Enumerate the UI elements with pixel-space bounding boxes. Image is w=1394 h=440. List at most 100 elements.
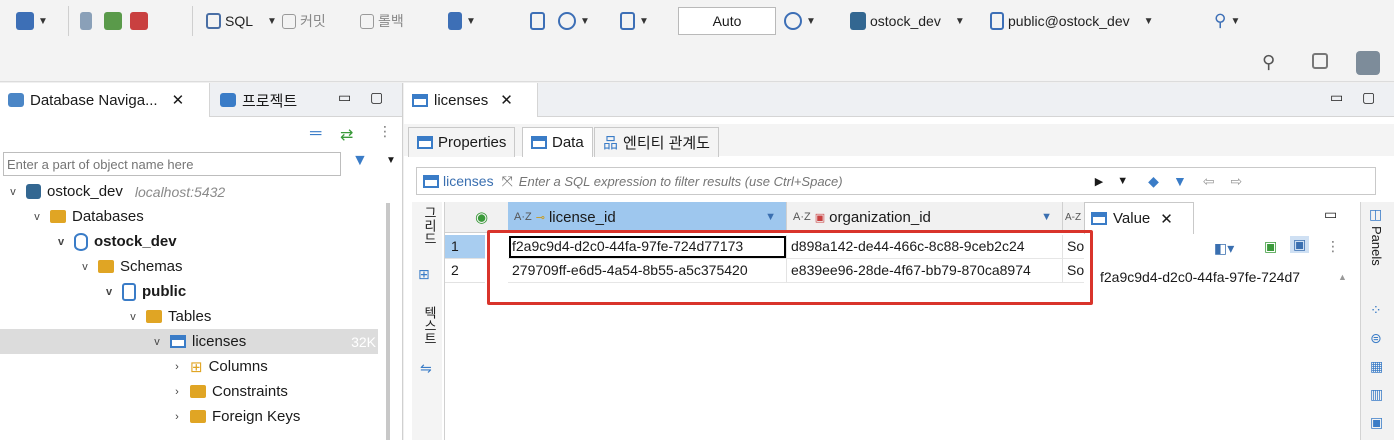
forward-icon[interactable]: ⇨ (1231, 173, 1243, 190)
tree-node-schema[interactable]: v public (102, 279, 186, 304)
value-text[interactable]: f2a9c9d4-d2c0-44fa-97fe-724d7 (1100, 269, 1332, 285)
expand-icon[interactable]: v (30, 211, 44, 223)
minimize-icon[interactable]: ▭ (1324, 206, 1337, 223)
chevron-down-icon[interactable]: ▼ (386, 155, 396, 166)
cell-organization-id[interactable]: d898a142-de44-466c-8c88-9ceb2c24 (787, 235, 1063, 259)
panels-label[interactable]: Panels (1369, 226, 1384, 266)
play-icon[interactable]: ▶ (1095, 175, 1103, 188)
disconnect-button[interactable] (130, 9, 148, 33)
maximize-icon[interactable]: ▢ (370, 89, 383, 106)
schema-compare-button[interactable]: ▼ (620, 9, 649, 33)
sort-icon[interactable]: ▼ (1041, 211, 1052, 223)
save-icon[interactable]: ▣ (1264, 238, 1277, 255)
transaction-mode-button[interactable]: ▼ (448, 9, 476, 33)
filter-icon[interactable]: ▼ (1173, 173, 1187, 189)
expand-icon[interactable]: v (102, 286, 116, 298)
tab-properties[interactable]: Properties (408, 127, 516, 157)
more-icon[interactable]: ⋮ (378, 123, 392, 140)
sql-filter-input[interactable] (518, 173, 1059, 189)
dashboard-button[interactable]: ▼ (558, 9, 590, 33)
active-schema-selector[interactable]: public@ostock_dev ▼ (990, 9, 1154, 33)
expand-icon[interactable]: v (150, 336, 164, 348)
expand-filter-icon[interactable]: ⤧ (502, 173, 513, 190)
cell-license-id[interactable]: 279709ff-e6d5-4a54-8b55-a5c375420 (508, 259, 787, 283)
close-icon[interactable]: ✕ (1160, 210, 1173, 228)
tree-node-columns[interactable]: › ⊞ Columns (170, 354, 268, 379)
metadata-icon[interactable]: ⁘ (1370, 302, 1382, 319)
tree-node-constraints[interactable]: › Constraints (170, 379, 288, 404)
scrollbar[interactable] (386, 203, 390, 440)
chart-icon[interactable]: ▥ (1370, 386, 1383, 403)
save-to-file-icon[interactable]: ▣ (1290, 236, 1310, 253)
expand-icon[interactable]: › (170, 411, 184, 423)
search-icon[interactable]: ⚲ (1262, 52, 1275, 73)
tree-node-foreign-keys[interactable]: › Foreign Keys (170, 404, 300, 429)
row-number[interactable]: 1 (445, 235, 485, 259)
tab-data[interactable]: Data (522, 127, 593, 157)
value-viewer-icon[interactable]: ▣ (1370, 414, 1383, 431)
column-header-organization-id[interactable]: A·Z ▣ organization_id ▼ (787, 202, 1063, 233)
content-viewer-icon[interactable]: ◧▾ (1214, 240, 1234, 257)
tab-licenses[interactable]: licenses ✕ (404, 83, 538, 117)
tree-node-databases[interactable]: v Databases (30, 204, 144, 229)
row-number[interactable]: 2 (445, 259, 485, 283)
lock-button[interactable] (530, 9, 545, 33)
cell-license-id[interactable]: f2a9c9d4-d2c0-44fa-97fe-724d77173 (508, 235, 787, 259)
minimize-icon[interactable]: ▭ (1330, 89, 1343, 106)
grid-icon[interactable]: ⊞ (418, 266, 430, 283)
minimize-icon[interactable]: ▭ (338, 89, 351, 106)
value-panel-tab[interactable]: Value ✕ (1084, 202, 1194, 234)
grid-view-label[interactable]: 그리드 (420, 206, 439, 245)
expand-icon[interactable]: v (6, 186, 20, 198)
back-icon[interactable]: ⇦ (1203, 173, 1215, 190)
chevron-down-icon[interactable]: ▼ (1117, 175, 1128, 187)
tree-node-database[interactable]: v ostock_dev (54, 229, 177, 254)
close-icon[interactable]: ✕ (500, 91, 513, 109)
commit-button[interactable]: 커밋 (282, 9, 326, 33)
eraser-icon[interactable]: ◆ (1148, 173, 1159, 190)
perspective-icon[interactable] (1312, 53, 1328, 69)
active-connection-selector[interactable]: ostock_dev ▼ (850, 9, 965, 33)
sort-icon[interactable]: ▼ (765, 211, 776, 223)
expand-icon[interactable]: › (170, 361, 184, 373)
expand-icon[interactable]: v (54, 236, 68, 248)
more-icon[interactable]: ⋮ (1326, 238, 1340, 255)
scroll-up-icon[interactable]: ▲ (1338, 272, 1347, 282)
record-icon[interactable]: ⇋ (420, 360, 432, 377)
maximize-icon[interactable]: ▢ (1362, 89, 1375, 106)
expand-icon[interactable]: v (126, 311, 140, 323)
tree-node-table-licenses[interactable]: v licenses 32K (0, 329, 378, 354)
avatar[interactable] (1356, 51, 1380, 75)
tree-node-label: Databases (72, 208, 144, 225)
tree-node-connection[interactable]: v ostock_dev localhost:5432 (6, 179, 225, 204)
tab-database-navigator[interactable]: Database Naviga... ✕ (0, 83, 210, 117)
panels-icon[interactable]: ◫ (1369, 206, 1382, 223)
close-icon[interactable]: ✕ (172, 91, 185, 109)
search-dropdown-button[interactable]: ⚲ ▼ (1214, 9, 1240, 33)
sql-editor-button[interactable]: SQL ▼ (206, 9, 277, 33)
grid-icon[interactable]: ▦ (1370, 358, 1383, 375)
auto-commit-field[interactable]: Auto (678, 7, 776, 35)
expand-icon[interactable]: v (78, 261, 92, 273)
filter-icon[interactable]: ▼ (352, 152, 368, 170)
gauge-icon (558, 12, 576, 30)
tree-node-schemas[interactable]: v Schemas (78, 254, 182, 279)
connect-button[interactable] (80, 9, 92, 33)
schema-icon (122, 282, 136, 301)
link-editor-icon[interactable]: ⇄ (340, 125, 353, 145)
chevron-down-icon: ▼ (38, 15, 48, 27)
expand-icon[interactable]: › (170, 386, 184, 398)
text-view-label[interactable]: 텍스트 (420, 306, 439, 345)
history-button[interactable]: ▼ (784, 9, 816, 33)
collapse-all-icon[interactable]: ═ (310, 125, 321, 143)
reconnect-button[interactable] (104, 9, 122, 33)
rollback-button[interactable]: 롤백 (360, 9, 404, 33)
tree-node-tables[interactable]: v Tables (126, 304, 211, 329)
new-connection-button[interactable]: ▼ (16, 9, 48, 33)
tab-projects[interactable]: 프로젝트 (212, 83, 305, 117)
object-filter-input[interactable] (3, 152, 341, 176)
cell-organization-id[interactable]: e839ee96-28de-4f67-bb79-870ca8974 (787, 259, 1063, 283)
column-header-license-id[interactable]: A·Z ⊸ license_id ▼ (508, 202, 787, 233)
tab-er-diagram[interactable]: 品 엔티티 관계도 (594, 127, 719, 157)
calculator-icon[interactable]: ⊜ (1370, 330, 1382, 347)
